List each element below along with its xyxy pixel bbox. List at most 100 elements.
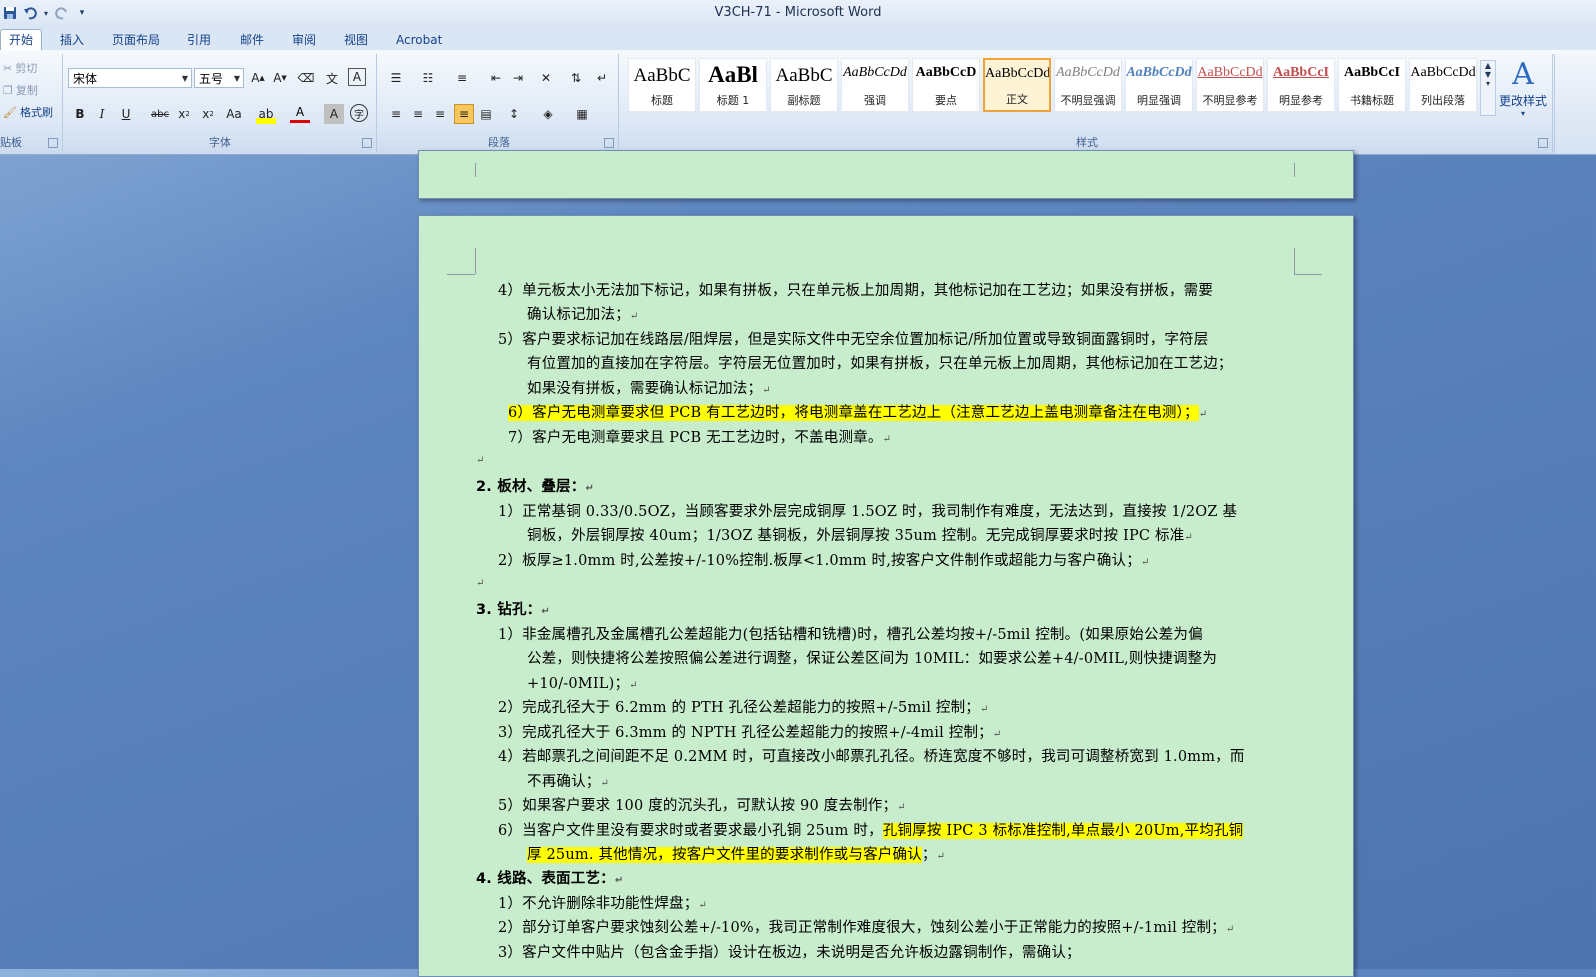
tab-references[interactable]: 引用 <box>179 30 219 50</box>
bold-icon[interactable]: B <box>70 104 90 124</box>
previous-page <box>418 150 1354 199</box>
section-heading: 4. 线路、表面工艺：↵ <box>476 871 624 887</box>
brush-icon: 🖌 <box>3 105 17 119</box>
empty-paragraph: ↵ <box>476 578 485 589</box>
phonetic-guide-icon[interactable]: 文 <box>322 68 342 88</box>
font-group-label: 字体 <box>209 136 231 149</box>
show-marks-icon[interactable]: ↵ <box>592 68 612 88</box>
tab-home[interactable]: 开始 <box>0 29 43 50</box>
chinese-layout-icon[interactable]: ✕ <box>536 68 556 88</box>
sort-icon[interactable]: ⇅ <box>566 68 586 88</box>
paragraph-line: 如果没有拼板，需要确认标记加法；↵ <box>527 381 771 397</box>
paragraph-line: 公差，则快捷将公差按照偏公差进行调整，保证公差区间为 10MIL：如要求公差+4… <box>527 651 1218 667</box>
style-book-title[interactable]: AaBbCcI 书籍标题 <box>1338 58 1406 112</box>
justify-icon[interactable]: ≡ <box>454 104 474 124</box>
paragraph-line: 3）客户文件中贴片（包含金手指）设计在板边，未说明是否允许板边露铜制作，需确认； <box>498 945 1081 961</box>
section-heading: 2. 板材、叠层：↵ <box>476 479 595 495</box>
italic-icon[interactable]: I <box>92 104 112 124</box>
underline-icon[interactable]: U <box>116 104 136 124</box>
strikethrough-icon[interactable]: abc <box>150 104 170 124</box>
paragraph-line: 3）完成孔径大于 6.3mm 的 NPTH 孔径公差超能力的按照+/-4mil … <box>498 725 1002 741</box>
chevron-down-icon: ▼ <box>181 74 188 83</box>
paragraph-launcher-icon[interactable] <box>604 138 614 148</box>
style-intense-emphasis[interactable]: AaBbCcDd 明显强调 <box>1125 58 1193 112</box>
clipboard-launcher-icon[interactable] <box>48 138 58 148</box>
change-styles-button[interactable]: A 更改样式 ▾ <box>1496 57 1550 119</box>
format-painter-button[interactable]: 🖌 格式刷 <box>3 104 53 120</box>
paragraph-line: 4）若邮票孔之间间距不足 0.2MM 时，可直接改小邮票孔孔径。桥连宽度不够时，… <box>498 749 1245 765</box>
paragraph-line: 2）部分订单客户要求蚀刻公差+/-10%，我司正常制作难度很大，蚀刻公差小于正常… <box>498 920 1235 936</box>
multilevel-list-icon[interactable]: ≡ <box>452 68 472 88</box>
font-color-icon[interactable]: A <box>290 104 310 123</box>
paragraph-line: 有位置加的直接加在字符层。字符层无位置加时，如果有拼板，只在单元板上加周期，其他… <box>527 356 1233 372</box>
cut-button[interactable]: ✂ 剪切 <box>3 60 37 76</box>
increase-indent-icon[interactable]: ⇥ <box>508 68 528 88</box>
font-name-combo[interactable]: 宋体 ▼ <box>68 68 192 88</box>
paragraph-line: 2）完成孔径大于 6.2mm 的 PTH 孔径公差超能力的按照+/-5mil 控… <box>498 700 989 716</box>
window-title: V3CH-71 - Microsoft Word <box>714 5 882 20</box>
paragraph-line: 不再确认；↵ <box>527 774 610 790</box>
tab-insert[interactable]: 插入 <box>52 30 92 50</box>
paragraph-line: 5）如果客户要求 100 度的沉头孔，可默认按 90 度去制作；↵ <box>498 798 906 814</box>
distributed-icon[interactable]: ▤ <box>476 104 496 124</box>
highlighted-line: 厚 25um. 其他情况，按客户文件里的要求制作或与客户确认；↵ <box>527 847 946 863</box>
style-subtitle[interactable]: AaBbC 副标题 <box>770 58 838 112</box>
section-heading: 3. 钻孔：↵ <box>476 602 550 618</box>
tab-acrobat[interactable]: Acrobat <box>388 30 450 50</box>
style-list-paragraph[interactable]: AaBbCcDd 列出段落 <box>1409 58 1477 112</box>
tab-review[interactable]: 审阅 <box>284 30 324 50</box>
line-spacing-icon[interactable]: ↕ <box>504 104 524 124</box>
style-strong[interactable]: AaBbCcD 要点 <box>912 58 980 112</box>
char-border-icon[interactable]: A <box>348 68 366 86</box>
change-styles-icon: A <box>1512 57 1534 92</box>
style-emphasis[interactable]: AaBbCcDd 强调 <box>841 58 909 112</box>
paragraph-group-label: 段落 <box>488 136 510 149</box>
chevron-down-icon: ▾ <box>1520 109 1525 118</box>
paragraph-line: 确认标记加法；↵ <box>527 307 639 323</box>
subscript-icon[interactable]: x2 <box>174 104 194 124</box>
empty-paragraph: ↵ <box>476 455 485 466</box>
shrink-font-icon[interactable]: A ▼ <box>270 68 290 88</box>
clear-format-icon[interactable]: ⌫ <box>296 68 316 88</box>
style-gallery: AaBbC 标题 AaBl 标题 1 AaBbC 副标题 AaBbCcDd 强调 AaB… <box>628 58 1480 114</box>
paragraph-line: 1）不允许删除非功能性焊盘；↵ <box>498 896 708 912</box>
decrease-indent-icon[interactable]: ⇤ <box>486 68 506 88</box>
title-bar: ▾ ▾ V3CH-71 - Microsoft Word <box>0 0 1596 26</box>
align-left-icon[interactable]: ≡ <box>386 104 406 124</box>
style-normal[interactable]: AaBbCcDd 正文 <box>983 58 1051 112</box>
shading-icon[interactable]: ◈ <box>538 104 558 124</box>
char-shading-icon[interactable]: A <box>324 104 344 124</box>
highlight-icon[interactable]: ab <box>256 104 276 124</box>
paragraph-group: ☰ ☷ ≡ ⇤ ⇥ ✕ ⇅ ↵ ≡ ≡ ≡ ≡ ▤ ↕ ◈ ▦ 段落 <box>380 54 619 152</box>
enclose-char-icon[interactable]: 字 <box>350 104 368 122</box>
tab-mailings[interactable]: 邮件 <box>232 30 272 50</box>
style-gallery-scroll[interactable]: ▲ ▼ ▾ <box>1480 60 1496 116</box>
scissors-icon: ✂ <box>3 61 13 75</box>
change-case-icon[interactable]: Aa <box>224 104 244 124</box>
document-body[interactable]: 4）单元板太小无法加下标记，如果有拼板，只在单元板上加周期，其他标记加在工艺边；… <box>418 215 1352 975</box>
grow-font-icon[interactable]: A ▲ <box>248 68 268 88</box>
style-intense-reference[interactable]: AaBbCcI 明显参考 <box>1267 58 1335 112</box>
style-subtle-reference[interactable]: AaBbCcDd 不明显参考 <box>1196 58 1264 112</box>
styles-group-label: 样式 <box>1076 136 1098 149</box>
copy-icon: ❐ <box>3 83 13 97</box>
superscript-icon[interactable]: x2 <box>198 104 218 124</box>
style-subtle-emphasis[interactable]: AaBbCcDd 不明显强调 <box>1054 58 1122 112</box>
style-title[interactable]: AaBbC 标题 <box>628 58 696 112</box>
align-center-icon[interactable]: ≡ <box>408 104 428 124</box>
copy-button[interactable]: ❐ 复制 <box>3 82 38 98</box>
bullets-icon[interactable]: ☰ <box>386 68 406 88</box>
paragraph-line: +10/-0MIL)；↵ <box>527 676 638 692</box>
numbering-icon[interactable]: ☷ <box>418 68 438 88</box>
tab-view[interactable]: 视图 <box>336 30 376 50</box>
tab-page-layout[interactable]: 页面布局 <box>104 30 168 50</box>
borders-icon[interactable]: ▦ <box>572 104 592 124</box>
styles-launcher-icon[interactable] <box>1538 138 1548 148</box>
paragraph-line: 6）当客户文件里没有要求时或者要求最小孔铜 25um 时，孔铜厚按 IPC 3 … <box>498 823 1244 839</box>
highlighted-line: 6）客户无电测章要求但 PCB 有工艺边时，将电测章盖在工艺边上（注意工艺边上盖… <box>508 405 1208 421</box>
font-launcher-icon[interactable] <box>362 138 372 148</box>
align-right-icon[interactable]: ≡ <box>430 104 450 124</box>
font-size-combo[interactable]: 五号 ▼ <box>194 68 244 88</box>
ribbon-tabs: 开始 插入 页面布局 引用 邮件 审阅 视图 Acrobat <box>0 26 1596 51</box>
style-heading1[interactable]: AaBl 标题 1 <box>699 58 767 112</box>
